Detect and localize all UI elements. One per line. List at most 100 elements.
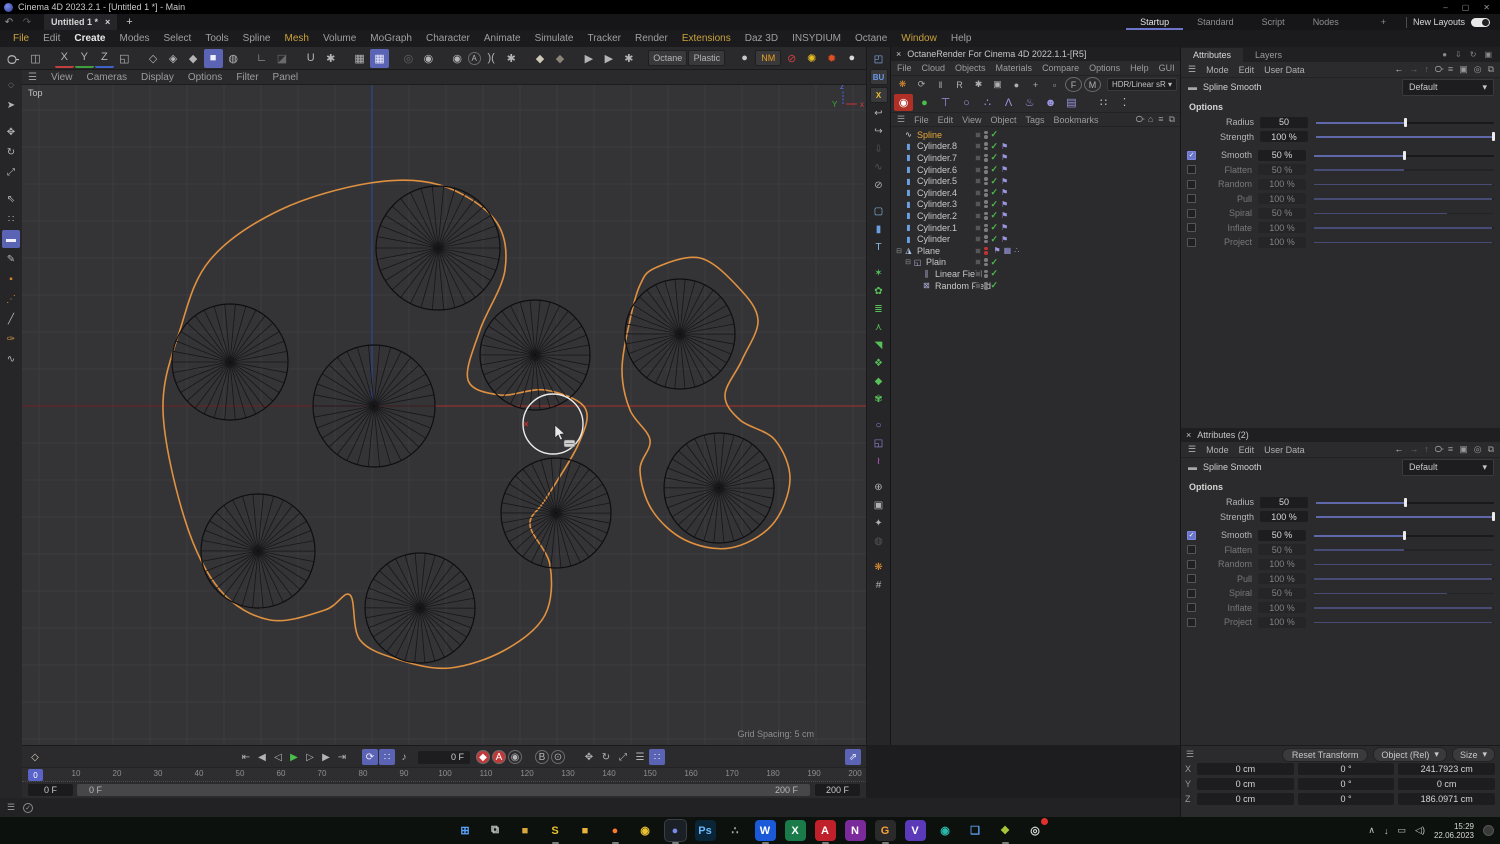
cube-dark-icon[interactable]: ◆ bbox=[551, 49, 570, 68]
environment-icon[interactable]: ⊕ bbox=[870, 479, 888, 495]
symmetry-icon[interactable]: ◥ bbox=[870, 337, 888, 353]
view-hex-icon[interactable]: ◉ bbox=[448, 49, 467, 68]
target-icon[interactable]: ◉ bbox=[419, 49, 438, 68]
mirror-icon[interactable]: )( bbox=[482, 49, 501, 68]
attr-menu-mode[interactable]: Mode bbox=[1206, 65, 1229, 75]
search-icon[interactable]: Ϙ bbox=[1433, 444, 1443, 455]
size-field[interactable]: 186.0971 cm bbox=[1398, 793, 1496, 805]
redo-path-icon[interactable]: ↪ bbox=[870, 123, 888, 139]
enable-check-icon[interactable]: ✓ bbox=[991, 257, 999, 268]
attr-menu-edit[interactable]: Edit bbox=[1239, 65, 1255, 75]
checkbox-flatten[interactable] bbox=[1187, 545, 1196, 555]
menu-file[interactable]: File bbox=[6, 33, 36, 44]
menu-help[interactable]: Help bbox=[944, 33, 979, 44]
object-name[interactable]: Cylinder.4 bbox=[917, 188, 957, 198]
checkbox-pull[interactable] bbox=[1187, 194, 1196, 204]
status-menu-icon[interactable]: ☰ bbox=[7, 802, 15, 813]
undo-icon[interactable]: ↶ bbox=[0, 17, 18, 28]
visibility-dots[interactable] bbox=[984, 153, 988, 162]
object-tag-icon[interactable]: ⚑ bbox=[1001, 142, 1008, 151]
option-value-field[interactable]: 100 % bbox=[1258, 558, 1306, 570]
object-name[interactable]: Cylinder.3 bbox=[917, 199, 957, 209]
docs-app-icon[interactable]: ❏ bbox=[965, 820, 986, 841]
minimize-button[interactable]: – bbox=[1443, 3, 1447, 12]
viewport-burger-icon[interactable]: ☰ bbox=[28, 72, 37, 83]
position-field[interactable]: 0 cm bbox=[1197, 778, 1294, 790]
om-menu-edit[interactable]: Edit bbox=[938, 115, 954, 125]
goto-end-button[interactable]: ⇥ bbox=[334, 749, 350, 765]
x-axis-lock[interactable]: X bbox=[54, 49, 74, 68]
object-tag-icon[interactable]: ∴ bbox=[1014, 246, 1019, 255]
visibility-dots[interactable] bbox=[984, 130, 988, 139]
flame-icon[interactable]: ♨ bbox=[1020, 94, 1039, 111]
ball-icon[interactable]: ● bbox=[1008, 77, 1025, 92]
menu-tracker[interactable]: Tracker bbox=[580, 33, 628, 44]
om-menu-file[interactable]: File bbox=[914, 115, 929, 125]
menu-simulate[interactable]: Simulate bbox=[528, 33, 581, 44]
dots-a-icon[interactable]: ∷ bbox=[1094, 94, 1113, 111]
field-object-icon[interactable]: ◱ bbox=[870, 435, 888, 451]
menu-mograph[interactable]: MoGraph bbox=[363, 33, 419, 44]
render-region-icon[interactable]: R bbox=[951, 77, 968, 92]
hanger-icon[interactable]: Λ bbox=[999, 94, 1018, 111]
visibility-dots[interactable] bbox=[984, 281, 988, 290]
search-commander-icon[interactable]: Ϙ bbox=[2, 49, 22, 69]
object-tag-icon[interactable]: ▦ bbox=[1004, 246, 1012, 255]
render-settings-button[interactable]: ✱ bbox=[619, 49, 638, 68]
sphere-icon[interactable]: ● bbox=[842, 49, 861, 68]
timeline-ruler[interactable]: 0 10 20 30 40 50 60 70 80 90 100 110 120 130 140 150 16… bbox=[22, 767, 866, 782]
record-scale-toggle[interactable]: ⤢ bbox=[615, 749, 631, 765]
dots-b-icon[interactable]: ⁚ bbox=[1115, 94, 1134, 111]
checkbox-spiral[interactable] bbox=[1187, 588, 1196, 598]
colorspace-dropdown[interactable]: HDR/Linear sR ▾ bbox=[1106, 78, 1177, 91]
current-frame-field[interactable]: 0 F bbox=[418, 750, 470, 764]
option-slider[interactable] bbox=[1314, 179, 1494, 190]
autokey-button[interactable]: A bbox=[492, 750, 506, 764]
layer-color-swatch[interactable] bbox=[975, 259, 981, 266]
new-layouts-toggle[interactable] bbox=[1471, 17, 1490, 27]
tray-display-icon[interactable]: ▭ bbox=[1398, 825, 1407, 836]
option-value-field[interactable]: 100 % bbox=[1258, 178, 1306, 190]
checkbox-inflate[interactable] bbox=[1187, 603, 1196, 613]
object-tag-icon[interactable]: ⚑ bbox=[1001, 188, 1008, 197]
y-axis-lock[interactable]: Y bbox=[74, 49, 94, 68]
option-value-field[interactable]: 100 % bbox=[1258, 573, 1306, 585]
layer-color-swatch[interactable] bbox=[975, 247, 981, 254]
expand-icon[interactable]: ⊟ bbox=[904, 258, 912, 266]
enable-check-icon[interactable]: ✓ bbox=[991, 210, 999, 221]
layer-color-swatch[interactable] bbox=[975, 166, 981, 173]
up-arrow-icon[interactable]: ↑ bbox=[1424, 444, 1429, 455]
octane-menu-compare[interactable]: Compare bbox=[1042, 63, 1079, 73]
om-menu-tags[interactable]: Tags bbox=[1025, 115, 1044, 125]
workplane-mode[interactable]: ◪ bbox=[272, 49, 291, 68]
object-tag-icon[interactable]: ⚑ bbox=[1001, 153, 1008, 162]
enable-check-icon[interactable]: ✓ bbox=[991, 152, 999, 163]
param-slider[interactable] bbox=[1316, 131, 1496, 142]
layer-color-swatch[interactable] bbox=[975, 178, 981, 185]
octane-plugin-icon[interactable]: ✹ bbox=[822, 49, 841, 68]
cinema4d-icon[interactable]: ● bbox=[663, 819, 687, 844]
plane-primitive-icon[interactable]: ▢ bbox=[870, 203, 888, 219]
attr-menu-user-data[interactable]: User Data bbox=[1264, 445, 1305, 455]
layer-color-swatch[interactable] bbox=[975, 154, 981, 161]
pause-render-icon[interactable]: ‖ bbox=[932, 77, 949, 92]
material-ball-icon[interactable]: ● bbox=[735, 49, 754, 68]
param-value-field[interactable]: 50 bbox=[1260, 496, 1308, 508]
option-slider[interactable] bbox=[1314, 150, 1494, 161]
position-field[interactable]: 0 cm bbox=[1197, 793, 1294, 805]
target-icon[interactable]: ◎ bbox=[1474, 64, 1482, 75]
param-value-field[interactable]: 100 % bbox=[1260, 511, 1308, 523]
menu-mesh[interactable]: Mesh bbox=[277, 33, 315, 44]
option-slider[interactable] bbox=[1314, 602, 1494, 613]
object-row[interactable]: ▮ Cylinder.5 ✓ ⚑ bbox=[891, 175, 1180, 187]
restart-render-icon[interactable]: ⟳ bbox=[913, 77, 930, 92]
visibility-dots[interactable] bbox=[984, 223, 988, 232]
array-generator-icon[interactable]: ≣ bbox=[870, 301, 888, 317]
teal-app-icon[interactable]: ◉ bbox=[935, 820, 956, 841]
enable-check-icon[interactable]: ✓ bbox=[991, 280, 999, 291]
previous-frame-button[interactable]: ◁ bbox=[270, 749, 286, 765]
viewport-menu-view[interactable]: View bbox=[51, 72, 73, 83]
keying-set-button[interactable]: B bbox=[535, 750, 549, 764]
coordinate-mode-dropdown[interactable]: Object (Rel) ▾ bbox=[1373, 747, 1447, 762]
emitter-face-icon[interactable]: ☻ bbox=[1041, 94, 1060, 111]
